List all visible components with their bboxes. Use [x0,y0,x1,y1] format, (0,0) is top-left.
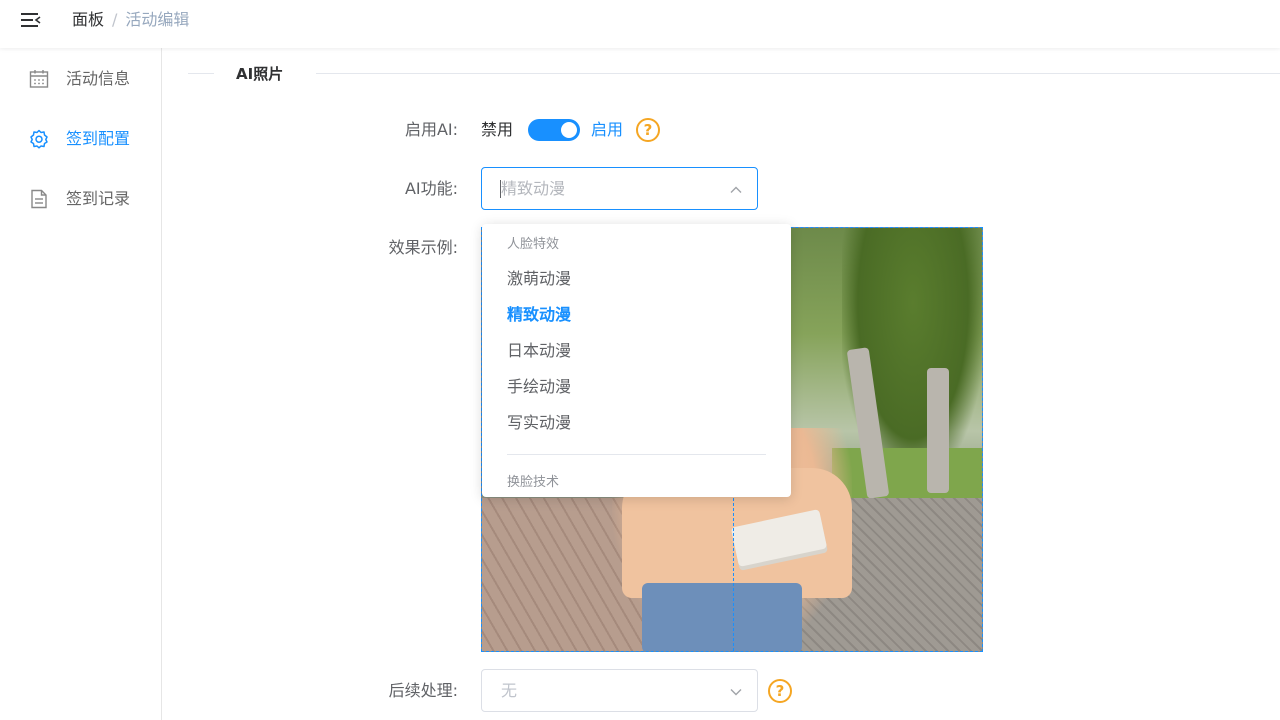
help-icon[interactable]: ? [636,118,660,142]
ai-function-label: AI功能: [404,179,458,198]
breadcrumb-item-activity-edit: 活动编辑 [125,10,190,29]
enable-ai-switch[interactable] [528,119,580,141]
switch-off-text[interactable]: 禁用 [481,119,513,141]
dropdown-option-selected[interactable]: 精致动漫 [482,297,791,333]
breadcrumb-item-dashboard[interactable]: 面板 [72,10,104,29]
enable-ai-label: 启用AI: [404,120,458,139]
menu-toggle-icon[interactable] [20,11,42,29]
section-divider-left [188,73,214,74]
dropdown-option[interactable]: 日本动漫 [482,333,791,369]
dropdown-group-face-effects: 人脸特效 [507,237,560,252]
dropdown-group-divider [507,454,766,455]
switch-on-text[interactable]: 启用 [591,119,623,141]
section-title: AI照片 [236,65,284,83]
chevron-up-icon [730,186,742,193]
breadcrumb: 面板 / 活动编辑 [72,10,189,30]
dropdown-option[interactable]: 手绘动漫 [482,369,791,405]
sidebar-item-label: 签到记录 [66,189,131,208]
dropdown-group-face-swap: 换脸技术 [507,475,560,490]
gear-icon [30,129,48,149]
dropdown-option[interactable]: 激萌动漫 [482,261,791,297]
sidebar-item-activity-info[interactable]: 活动信息 [0,50,161,106]
sidebar-item-checkin-config[interactable]: 签到配置 [0,110,161,166]
ai-function-value: 精致动漫 [501,179,566,198]
chevron-down-icon [730,689,742,696]
help-icon[interactable]: ? [768,679,792,703]
calendar-icon [29,70,49,88]
sidebar-item-label: 签到配置 [66,129,131,148]
sidebar: 活动信息 签到配置 签到记录 [0,48,162,720]
post-process-label: 后续处理: [388,681,458,700]
switch-knob [561,122,577,138]
sidebar-item-label: 活动信息 [66,69,131,88]
post-process-value: 无 [501,681,518,700]
section-divider-right [316,73,1280,74]
sidebar-item-checkin-records[interactable]: 签到记录 [0,170,161,226]
top-header: 面板 / 活动编辑 [0,0,1280,48]
document-icon [31,189,47,209]
ai-function-select[interactable]: 精致动漫 [481,167,758,210]
post-process-select[interactable]: 无 [481,669,758,712]
breadcrumb-separator: / [112,10,118,29]
ai-function-dropdown: 人脸特效 激萌动漫 精致动漫 日本动漫 手绘动漫 写实动漫 换脸技术 [482,224,791,497]
dropdown-option[interactable]: 写实动漫 [482,405,791,441]
example-label: 效果示例: [388,238,458,257]
